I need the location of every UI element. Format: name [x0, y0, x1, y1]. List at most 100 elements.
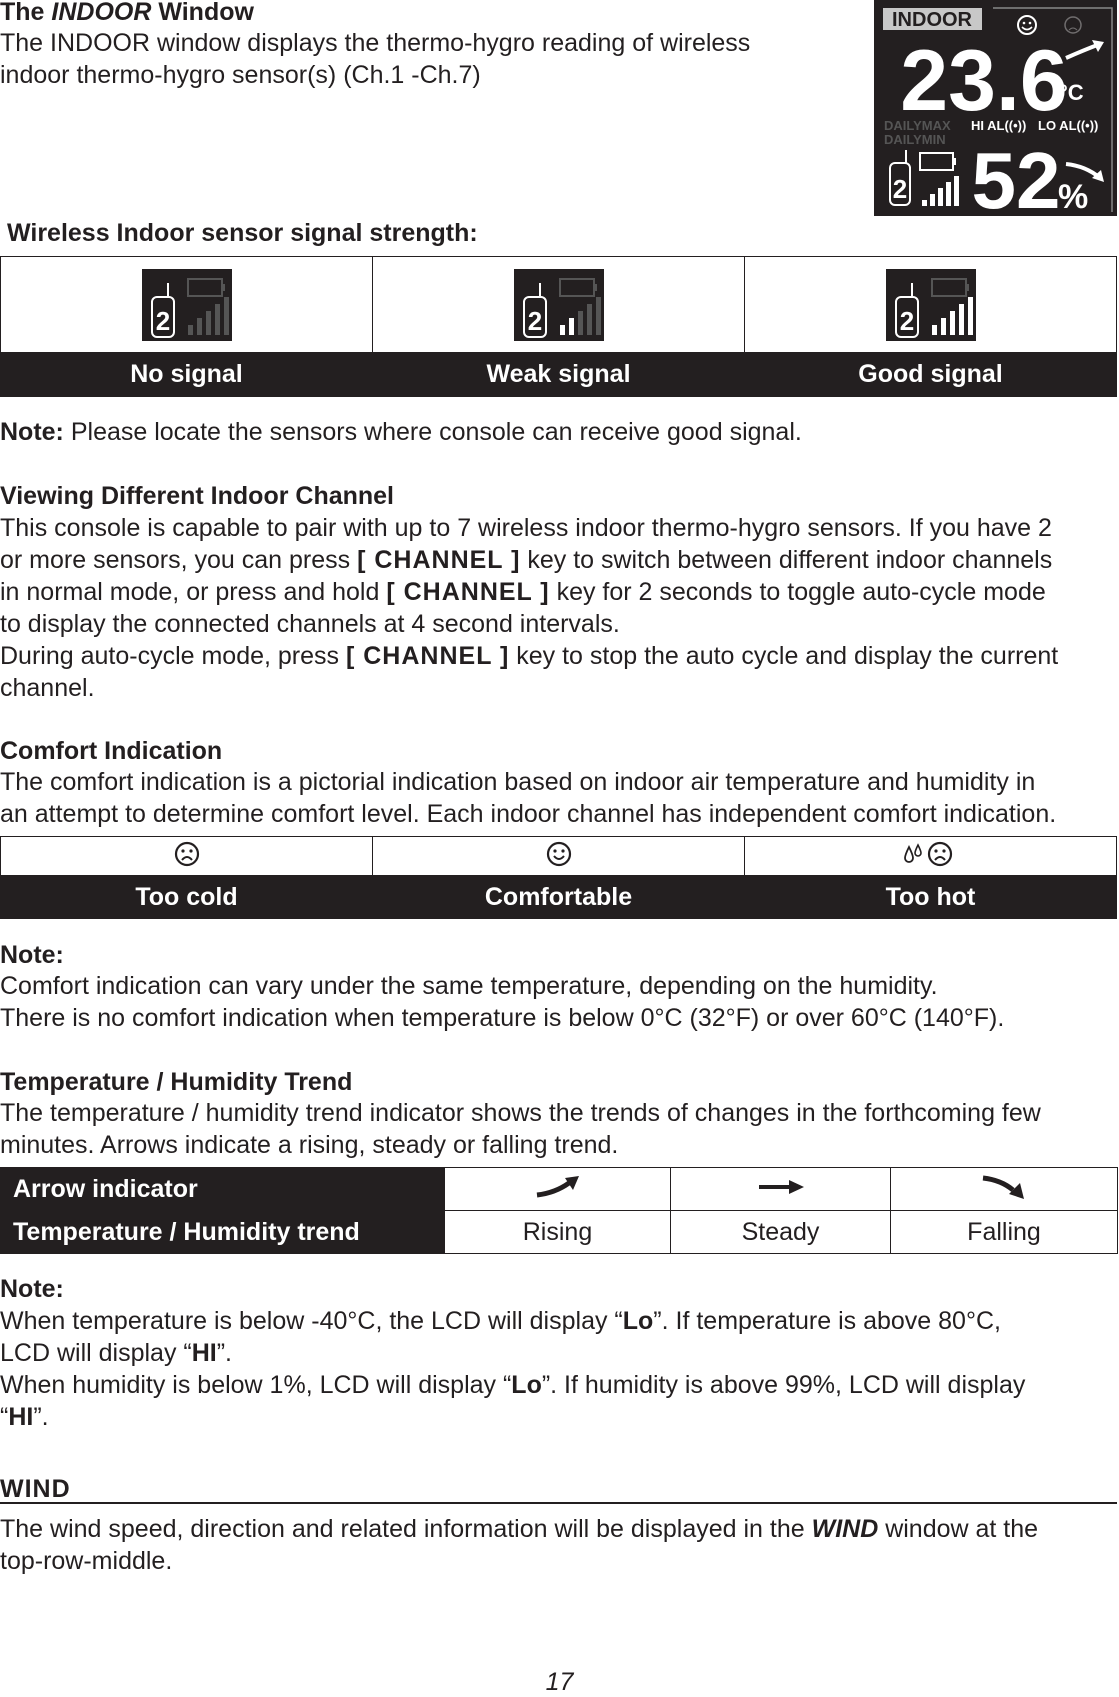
channel-description: This console is capable to pair with up … — [0, 512, 1058, 704]
battery-icon — [919, 152, 956, 171]
text-segment: key to stop the auto cycle and display t… — [509, 642, 1059, 670]
text-segment: window at the — [878, 1515, 1039, 1543]
text-line: The INDOOR window displays the thermo-hy… — [0, 29, 751, 57]
text-line: “HI”. — [0, 1401, 1025, 1433]
signal-cell-good: 2 — [744, 256, 1117, 353]
svg-text:2: 2 — [899, 306, 913, 336]
lcd-daily-min: DAILYMIN — [884, 132, 946, 147]
comfort-description: The comfort indication is a pictorial in… — [0, 766, 1056, 830]
trend-cell-steady — [670, 1167, 891, 1211]
wind-divider — [0, 1502, 1117, 1504]
signal-bar — [940, 317, 946, 335]
comfort-cell-too-cold — [0, 836, 373, 876]
trend-note: When temperature is below -40°C, the LCD… — [0, 1305, 1025, 1433]
emphasized-text: [ CHANNEL ] — [386, 578, 550, 606]
signal-bars-icon — [922, 176, 959, 206]
indoor-description: The INDOOR window displays the thermo-hy… — [0, 27, 750, 91]
comfort-cell-too-hot — [744, 836, 1117, 876]
arrow-indicator-label: Arrow indicator — [0, 1167, 445, 1211]
indoor-lcd-display: INDOOR 23.6 °C DAILYMAX DAILYMIN HI AL((… — [874, 0, 1117, 225]
text-segment: or more sensors, you can press — [0, 546, 358, 574]
text-segment: During auto-cycle mode, press — [0, 642, 346, 670]
signal-heading: Wireless Indoor sensor signal strength: — [7, 219, 478, 247]
comfort-heading: Comfort Indication — [0, 737, 223, 765]
signal-bar — [223, 296, 229, 335]
text-line: indoor thermo-hygro sensor(s) (Ch.1 -Ch.… — [0, 61, 481, 89]
heading-text: The — [0, 0, 52, 26]
signal-label-weak: Weak signal — [372, 352, 745, 397]
arrow-falling-icon — [982, 1175, 1024, 1199]
note-text: Please locate the sensors where console … — [63, 418, 802, 446]
text-segment: an attempt to determine comfort level. E… — [0, 800, 1057, 828]
text-segment: When humidity is below 1%, LCD will disp… — [0, 1371, 512, 1399]
text-line: in normal mode, or press and hold [ CHAN… — [0, 576, 1058, 608]
smiley-face-icon — [1017, 15, 1037, 35]
channel-heading: Viewing Different Indoor Channel — [0, 482, 395, 510]
trend-row-label: Temperature / Humidity trend — [0, 1210, 445, 1254]
lcd-temperature: 23.6 — [900, 33, 1067, 129]
text-line: to display the connected channels at 4 s… — [0, 608, 1058, 640]
signal-bar — [586, 303, 592, 335]
text-line: The temperature / humidity trend indicat… — [0, 1097, 1041, 1129]
emphasized-text: Lo — [511, 1371, 542, 1399]
comfort-label-too-cold: Too cold — [0, 875, 373, 919]
lcd-daily-max: DAILYMAX — [884, 118, 951, 133]
sad-face-icon — [1064, 16, 1082, 34]
note-label: Note: — [0, 418, 64, 446]
signal-bar — [205, 310, 211, 335]
lcd-hi-alarm: HI AL((•)) — [971, 118, 1026, 133]
heading-text: Window — [151, 0, 254, 26]
signal-weak-icon: 2 — [373, 268, 744, 341]
trend-heading: Temperature / Humidity Trend — [0, 1068, 353, 1096]
sensor-channel-icon: 2 — [889, 150, 911, 206]
trend-cell-falling — [890, 1167, 1118, 1211]
temp-trend-rising-icon — [1065, 42, 1101, 60]
signal-cell-none: 2 — [0, 256, 373, 353]
smiley-face-icon — [546, 841, 571, 866]
signal-strength-table: 2 2 2 No signal Weak signal Good signal — [0, 256, 1117, 397]
wind-heading: WIND — [0, 1475, 71, 1503]
text-segment: ”. — [33, 1403, 49, 1431]
text-line: There is no comfort indication when temp… — [0, 1002, 1004, 1034]
sweat-sad-face-icon — [903, 841, 952, 866]
text-segment: The wind speed, direction and related in… — [0, 1515, 812, 1543]
arrow-steady-icon — [758, 1179, 804, 1194]
sad-face-icon — [174, 841, 199, 866]
text-line: LCD will display “HI”. — [0, 1337, 1025, 1369]
comfort-label-too-hot: Too hot — [744, 875, 1117, 919]
signal-bar — [958, 303, 964, 335]
signal-good-icon: 2 — [745, 268, 1116, 341]
trend-table: Arrow indicator Temperature / Humidity t… — [0, 1167, 1118, 1254]
text-segment: The temperature / humidity trend indicat… — [0, 1099, 1041, 1127]
text-segment: When temperature is below -40°C, the LCD… — [0, 1307, 623, 1335]
signal-label-none: No signal — [0, 352, 373, 397]
text-line: When temperature is below -40°C, the LCD… — [0, 1305, 1025, 1337]
text-line: The wind speed, direction and related in… — [0, 1513, 1038, 1545]
trend-label-steady: Steady — [670, 1210, 891, 1254]
text-segment: in normal mode, or press and hold — [0, 578, 387, 606]
text-line: During auto-cycle mode, press [ CHANNEL … — [0, 640, 1058, 672]
trend-label-rising: Rising — [444, 1210, 671, 1254]
comfort-note-label: Note: — [0, 941, 64, 969]
text-segment: This console is capable to pair with up … — [0, 514, 1052, 542]
wind-description: The wind speed, direction and related in… — [0, 1513, 1038, 1577]
text-segment: ”. If temperature is above 80°C, — [653, 1307, 1001, 1335]
signal-cell-weak: 2 — [372, 256, 745, 353]
emphasized-text: WIND — [811, 1515, 879, 1543]
svg-text:2: 2 — [527, 306, 541, 336]
heading-emphasis: INDOOR — [51, 0, 152, 26]
text-segment: minutes. Arrows indicate a rising, stead… — [0, 1131, 619, 1159]
text-line: Comfort indication can vary under the sa… — [0, 970, 1004, 1002]
lcd-lo-alarm: LO AL((•)) — [1038, 118, 1098, 133]
lcd-temp-unit: °C — [1059, 80, 1084, 105]
text-segment: channel. — [0, 674, 95, 702]
text-line: or more sensors, you can press [ CHANNEL… — [0, 544, 1058, 576]
trend-cell-rising — [444, 1167, 671, 1211]
text-segment: ”. — [216, 1339, 232, 1367]
signal-bar — [577, 310, 583, 335]
indoor-heading: The INDOOR Window — [0, 0, 254, 28]
emphasized-text: [ CHANNEL ] — [345, 642, 510, 670]
text-segment: The comfort indication is a pictorial in… — [0, 768, 1036, 796]
trend-description: The temperature / humidity trend indicat… — [0, 1097, 1041, 1161]
text-segment: top-row-middle. — [0, 1547, 173, 1575]
